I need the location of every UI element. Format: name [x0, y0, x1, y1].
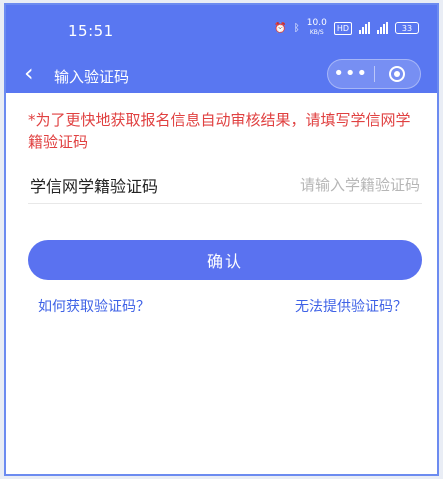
status-bar: 15:51 ⏰ ᛒ 10.0 KB/S HD 33 [6, 5, 437, 57]
signal-5g-icon [359, 22, 370, 34]
more-dots-icon[interactable]: ••• [328, 65, 374, 83]
close-target-icon[interactable] [374, 66, 420, 82]
network-speed-unit: KB/S [309, 29, 324, 36]
how-to-get-code-link[interactable]: 如何获取验证码？ [38, 296, 150, 316]
target-circle-icon [389, 66, 406, 82]
verification-code-row: 学信网学籍验证码 [28, 169, 422, 204]
notice-text: *为了更快地获取报名信息自动审核结果，请填写学信网学籍验证码 [28, 111, 411, 151]
network-speed: 10.0 KB/S [307, 19, 327, 37]
chevron-left-icon[interactable]: ‹ [24, 61, 34, 85]
verification-code-input[interactable] [228, 169, 422, 201]
bluetooth-icon: ᛒ [293, 22, 300, 34]
confirm-button[interactable]: 确认 [28, 240, 422, 280]
battery-icon: 33 [395, 22, 419, 34]
verification-code-label: 学信网学籍验证码 [30, 177, 159, 196]
network-speed-value: 10.0 [306, 18, 327, 28]
cannot-provide-code-link[interactable]: 无法提供验证码？ [295, 296, 407, 316]
page-title: 输入验证码 [54, 68, 130, 86]
status-time: 15:51 [68, 22, 114, 40]
signal-4g-icon [377, 22, 388, 34]
hd-badge: HD [333, 21, 352, 35]
alarm-icon: ⏰ [274, 22, 287, 34]
phone-screen: 15:51 ⏰ ᛒ 10.0 KB/S HD 33 ‹ 输入验证码 ••• *为… [4, 3, 439, 476]
miniprogram-capsule: ••• [327, 59, 421, 89]
nav-bar: ‹ 输入验证码 ••• [6, 57, 437, 93]
status-icons: ⏰ ᛒ 10.0 KB/S HD 33 [274, 19, 419, 37]
